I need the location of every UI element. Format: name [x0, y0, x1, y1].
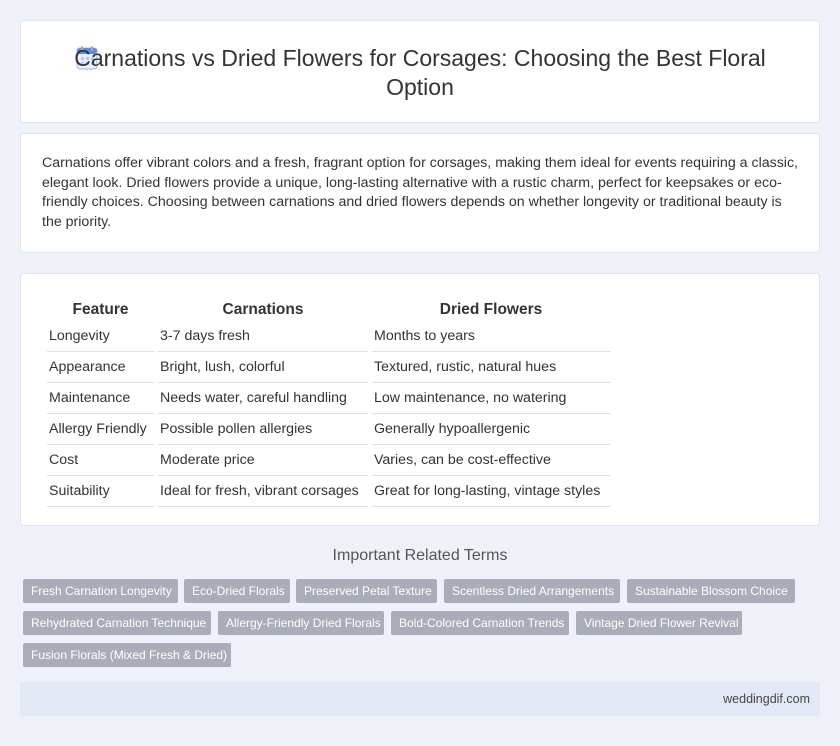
header-feature: Feature [72, 300, 129, 318]
table-row: Suitability Ideal for fresh, vibrant cor… [47, 476, 610, 507]
table-cell: Longevity [47, 321, 154, 352]
table-header-row: Feature Carnations Dried Flowers [47, 294, 610, 321]
table-cell: Maintenance [47, 383, 154, 414]
table-cell: Months to years [372, 321, 610, 352]
header-carnations: Carnations [222, 300, 304, 318]
intro-card: Carnations offer vibrant colors and a fr… [20, 133, 820, 253]
table-cell: Varies, can be cost-effective [372, 445, 610, 476]
table-cell: Allergy Friendly [47, 414, 154, 445]
table-cell: 3-7 days fresh [158, 321, 368, 352]
header-dried-flowers: Dried Flowers [439, 300, 543, 318]
table-row: Cost Moderate price Varies, can be cost-… [47, 445, 610, 476]
table-row: Appearance Bright, lush, colorful Textur… [47, 352, 610, 383]
table-cell: Low maintenance, no watering [372, 383, 610, 414]
table-row: Longevity 3-7 days fresh Months to years [47, 321, 610, 352]
tag-link[interactable]: Scentless Dried Arrangements [444, 579, 620, 603]
tag-link[interactable]: Preserved Petal Texture [296, 579, 437, 603]
tag-link[interactable]: Vintage Dried Flower Revival [576, 611, 742, 635]
table-cell: Appearance [47, 352, 154, 383]
comparison-table: Feature Carnations Dried Flowers Longevi… [43, 294, 614, 507]
table-cell: Generally hypoallergenic [372, 414, 610, 445]
table-cell: Suitability [47, 476, 154, 507]
table-cell: Cost [47, 445, 154, 476]
table-row: Maintenance Needs water, careful handlin… [47, 383, 610, 414]
table-cell: Needs water, careful handling [158, 383, 368, 414]
tag-link[interactable]: Bold-Colored Carnation Trends [391, 611, 569, 635]
footer: weddingdif.com [20, 682, 820, 716]
table-cell: Ideal for fresh, vibrant corsages [158, 476, 368, 507]
tag-link[interactable]: Sustainable Blossom Choice [627, 579, 795, 603]
tag-link[interactable]: Fusion Florals (Mixed Fresh & Dried) [23, 643, 231, 667]
tag-link[interactable]: Allergy-Friendly Dried Florals [218, 611, 384, 635]
table-cell: Great for long-lasting, vintage styles [372, 476, 610, 507]
tag-link[interactable]: Rehydrated Carnation Technique [23, 611, 211, 635]
tag-link[interactable]: Eco-Dried Florals [184, 579, 290, 603]
table-row: Allergy Friendly Possible pollen allergi… [47, 414, 610, 445]
table-cell: Textured, rustic, natural hues [372, 352, 610, 383]
intro-paragraph: Carnations offer vibrant colors and a fr… [42, 155, 798, 230]
table-cell: Bright, lush, colorful [158, 352, 368, 383]
table-cell: Moderate price [158, 445, 368, 476]
page-title: Carnations vs Dried Flowers for Corsages… [74, 45, 766, 100]
footer-site-link[interactable]: weddingdif.com [723, 692, 810, 706]
table-cell: Possible pollen allergies [158, 414, 368, 445]
comparison-card: Feature Carnations Dried Flowers Longevi… [20, 273, 820, 526]
tag-link[interactable]: Fresh Carnation Longevity [23, 579, 178, 603]
related-terms-heading: Important Related Terms [332, 547, 508, 564]
header-card: Carnations vs Dried Flowers for Corsages… [20, 20, 820, 123]
